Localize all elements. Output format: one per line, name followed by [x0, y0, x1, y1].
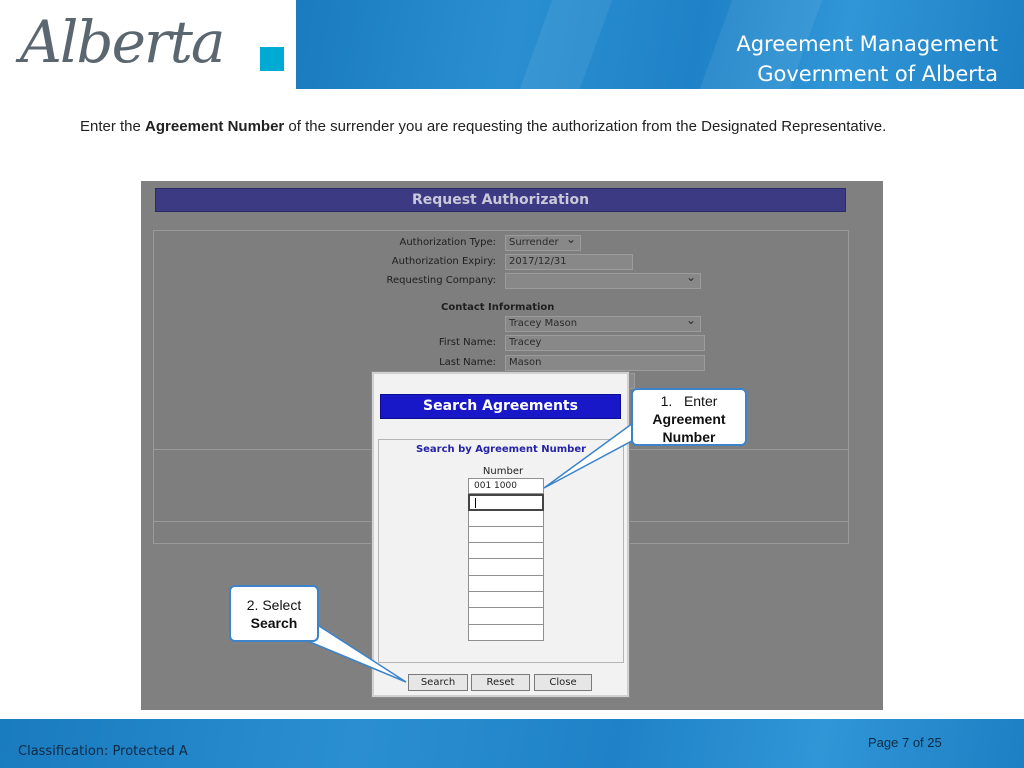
callout-select-search: 2. Select Search — [229, 585, 319, 642]
logo-area: Alberta — [0, 0, 296, 89]
callout-enter-agreement-number: 1. Enter Agreement Number — [631, 388, 747, 446]
number-column-label: Number — [482, 466, 524, 477]
search-agreements-title: Search Agreements — [380, 394, 621, 419]
agreement-number-input[interactable] — [468, 559, 544, 576]
reset-button[interactable]: Reset — [471, 674, 530, 691]
agreement-number-inputs: 001 1000 — [468, 478, 544, 641]
authorization-type-label: Authorization Type: — [399, 237, 497, 248]
callout-1-verb: Enter — [683, 393, 718, 409]
header-banner: Agreement Management Government of Alber… — [296, 0, 1024, 89]
slide-header: Alberta Agreement Management Government … — [0, 0, 1024, 89]
agreement-number-input[interactable] — [468, 510, 544, 527]
callout-2-verb: 2. Select — [246, 597, 302, 613]
agreement-number-input[interactable] — [468, 526, 544, 544]
search-button[interactable]: Search — [408, 674, 468, 691]
agreement-number-input[interactable] — [468, 575, 544, 593]
instruction-text: Enter the Agreement Number of the surren… — [80, 117, 900, 137]
page-number: Page 7 of 25 — [868, 735, 942, 750]
search-by-number-heading: Search by Agreement Number — [415, 444, 587, 455]
instruction-prefix: Enter the — [80, 118, 146, 135]
agreement-number-input[interactable] — [468, 592, 544, 609]
agreement-number-input-active[interactable] — [468, 494, 544, 511]
callout-2-bold: Search — [250, 615, 298, 631]
callout-1-step: 1. — [660, 393, 673, 409]
search-by-number-panel: Search by Agreement Number Number 001 10… — [378, 439, 624, 663]
agreement-number-input[interactable] — [468, 608, 544, 625]
classification-label: Classification: Protected A — [18, 744, 188, 759]
last-name-input[interactable]: Mason — [505, 355, 705, 371]
last-name-label: Last Name: — [439, 357, 496, 368]
alberta-logo-wordmark: Alberta — [20, 8, 225, 76]
callout-1-bold: Agreement Number — [652, 411, 726, 445]
contact-select[interactable]: Tracey Mason — [505, 313, 701, 332]
callout-1-line1: 1. Enter — [633, 392, 745, 410]
authorization-expiry-label: Authorization Expiry: — [391, 256, 496, 267]
search-agreements-dialog: Search Agreements Search by Agreement Nu… — [372, 372, 629, 697]
requesting-company-select[interactable] — [505, 270, 701, 289]
first-name-label: First Name: — [438, 337, 496, 348]
instruction-suffix: of the surrender you are requesting the … — [284, 118, 887, 135]
close-button[interactable]: Close — [534, 674, 592, 691]
authorization-expiry-input[interactable]: 2017/12/31 — [505, 254, 633, 270]
first-name-input[interactable]: Tracey — [505, 335, 705, 351]
requesting-company-label: Requesting Company: — [386, 275, 496, 286]
slide-footer: Classification: Protected A Page 7 of 25 — [0, 719, 1024, 768]
instruction-bold: Agreement Number — [145, 118, 285, 135]
agreement-number-input[interactable] — [468, 624, 544, 641]
contact-information-heading: Contact Information — [441, 302, 555, 313]
agreement-number-input[interactable]: 001 1000 — [468, 478, 544, 495]
request-authorization-title: Request Authorization — [155, 188, 846, 212]
authorization-type-select[interactable]: Surrender — [505, 232, 581, 251]
header-title: Agreement Management — [736, 32, 998, 56]
header-subtitle: Government of Alberta — [757, 62, 998, 86]
alberta-logo-square-icon — [260, 47, 284, 71]
agreement-number-input[interactable] — [468, 543, 544, 560]
